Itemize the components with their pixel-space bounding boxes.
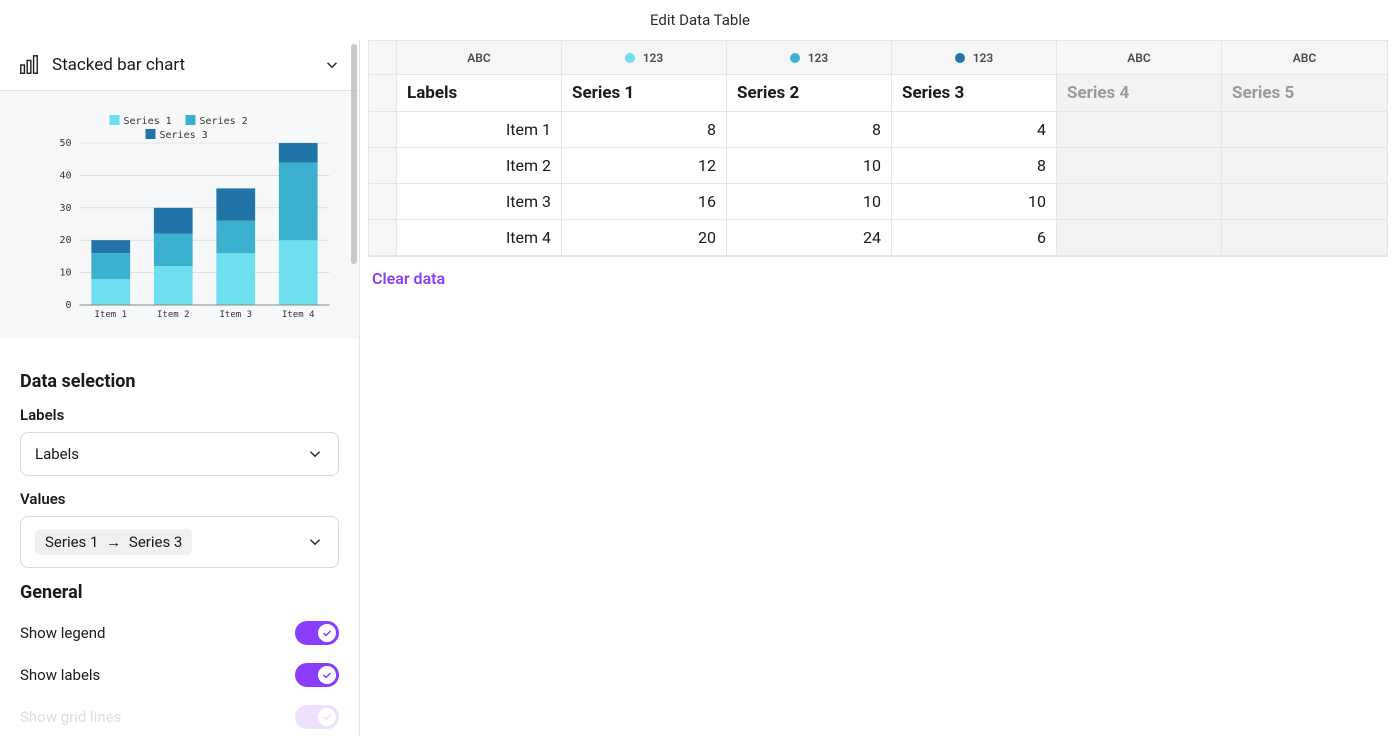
toggle-show-grid-lines-label: Show grid lines xyxy=(20,708,121,726)
data-cell[interactable] xyxy=(1057,184,1222,220)
section-data-selection: Data selection xyxy=(20,371,339,392)
arrow-right-icon: → xyxy=(106,533,121,551)
svg-text:Item 1: Item 1 xyxy=(94,310,127,320)
svg-text:Item 3: Item 3 xyxy=(219,310,252,320)
chart-preview: Series 1 Series 2 Series 3 0 10 20 30 40 50 Item … xyxy=(0,91,359,339)
toggle-show-labels-row: Show labels xyxy=(20,663,339,687)
chevron-down-icon xyxy=(306,445,324,463)
data-cell[interactable]: 4 xyxy=(892,112,1057,148)
data-cell[interactable] xyxy=(1057,220,1222,256)
clear-data-button[interactable]: Clear data xyxy=(368,257,449,300)
svg-text:Item 4: Item 4 xyxy=(282,310,315,320)
label-cell[interactable]: Item 1 xyxy=(397,112,562,148)
svg-text:Series 3: Series 3 xyxy=(160,130,208,141)
svg-text:40: 40 xyxy=(59,170,71,181)
data-cell[interactable]: 10 xyxy=(892,184,1057,220)
check-icon xyxy=(321,669,333,681)
svg-text:Item 2: Item 2 xyxy=(157,310,190,320)
settings-sidebar: Stacked bar chart Series 1Series 2Series… xyxy=(0,40,360,736)
column-type-header: ABC xyxy=(397,41,562,75)
labels-select-value: Labels xyxy=(35,445,79,463)
row-gutter xyxy=(369,112,397,148)
values-select[interactable]: Series 1 → Series 3 xyxy=(20,516,339,568)
toggle-show-grid-lines[interactable] xyxy=(295,705,339,729)
label-cell[interactable]: Item 2 xyxy=(397,148,562,184)
column-header[interactable]: Series 2 xyxy=(727,75,892,112)
data-cell[interactable] xyxy=(1057,148,1222,184)
toggle-show-legend[interactable] xyxy=(295,621,339,645)
column-type-header: ABC xyxy=(1057,41,1222,75)
dialog-title: Edit Data Table xyxy=(0,0,1400,40)
toggle-show-labels-label: Show labels xyxy=(20,666,100,684)
data-cell[interactable] xyxy=(1057,112,1222,148)
data-cell[interactable]: 10 xyxy=(727,184,892,220)
values-to: Series 3 xyxy=(129,533,182,551)
check-icon xyxy=(321,627,333,639)
column-header[interactable]: Labels xyxy=(397,75,562,112)
data-cell[interactable] xyxy=(1222,220,1387,256)
data-cell[interactable] xyxy=(1222,148,1387,184)
data-cell[interactable]: 12 xyxy=(562,148,727,184)
data-cell[interactable]: 6 xyxy=(892,220,1057,256)
data-cell[interactable]: 8 xyxy=(562,112,727,148)
row-gutter xyxy=(369,220,397,256)
row-gutter xyxy=(369,75,397,112)
values-select-chip: Series 1 → Series 3 xyxy=(35,529,192,555)
label-cell[interactable]: Item 4 xyxy=(397,220,562,256)
label-cell[interactable]: Item 3 xyxy=(397,184,562,220)
chevron-down-icon xyxy=(323,56,341,74)
svg-text:30: 30 xyxy=(59,203,71,214)
svg-text:20: 20 xyxy=(59,235,71,246)
check-icon xyxy=(321,711,333,723)
data-cell[interactable] xyxy=(1222,112,1387,148)
row-gutter xyxy=(369,148,397,184)
toggle-show-grid-lines-row: Show grid lines xyxy=(20,705,339,729)
chart-type-selector[interactable]: Stacked bar chart xyxy=(0,40,359,91)
svg-text:Series 1: Series 1 xyxy=(124,116,172,127)
svg-text:10: 10 xyxy=(59,268,71,279)
svg-text:50: 50 xyxy=(59,138,71,149)
labels-select[interactable]: Labels xyxy=(20,432,339,476)
data-table-pane: ABC123123123ABCABCLabelsSeries 1Series 2… xyxy=(360,40,1400,736)
labels-field-label: Labels xyxy=(20,406,339,424)
chevron-down-icon xyxy=(306,533,324,551)
chart-preview-svg: Series 1 Series 2 Series 3 0 10 20 30 40 50 Item … xyxy=(10,109,349,329)
data-cell[interactable]: 8 xyxy=(892,148,1057,184)
svg-text:0: 0 xyxy=(65,300,71,311)
bar-chart-icon xyxy=(18,54,40,76)
data-cell[interactable]: 16 xyxy=(562,184,727,220)
row-gutter xyxy=(369,184,397,220)
column-header[interactable]: Series 5 xyxy=(1222,75,1387,112)
column-header[interactable]: Series 1 xyxy=(562,75,727,112)
toggle-show-legend-label: Show legend xyxy=(20,624,105,642)
data-cell[interactable] xyxy=(1222,184,1387,220)
scrollbar-thumb[interactable] xyxy=(351,44,357,264)
column-type-header: 123 xyxy=(727,41,892,75)
data-cell[interactable]: 24 xyxy=(727,220,892,256)
chart-type-label: Stacked bar chart xyxy=(52,55,311,75)
data-table[interactable]: ABC123123123ABCABCLabelsSeries 1Series 2… xyxy=(368,40,1388,257)
data-cell[interactable]: 8 xyxy=(727,112,892,148)
column-type-header: 123 xyxy=(892,41,1057,75)
column-type-header: 123 xyxy=(562,41,727,75)
row-gutter xyxy=(369,41,397,75)
data-cell[interactable]: 10 xyxy=(727,148,892,184)
toggle-show-legend-row: Show legend xyxy=(20,621,339,645)
data-cell[interactable]: 20 xyxy=(562,220,727,256)
column-header[interactable]: Series 4 xyxy=(1057,75,1222,112)
section-general: General xyxy=(20,582,339,603)
svg-text:Series 2: Series 2 xyxy=(200,116,248,127)
values-field-label: Values xyxy=(20,490,339,508)
column-header[interactable]: Series 3 xyxy=(892,75,1057,112)
toggle-show-labels[interactable] xyxy=(295,663,339,687)
column-type-header: ABC xyxy=(1222,41,1387,75)
values-from: Series 1 xyxy=(45,533,98,551)
